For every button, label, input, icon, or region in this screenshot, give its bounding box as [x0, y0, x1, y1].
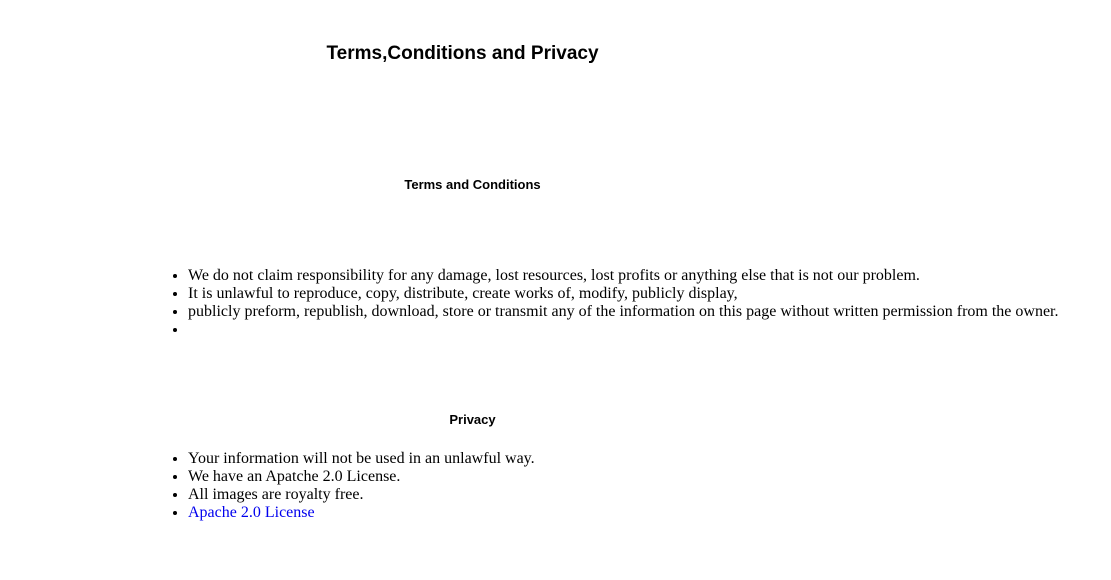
list-item: We do not claim responsibility for any d…	[188, 267, 1059, 285]
list-item: publicly preform, republish, download, s…	[188, 303, 1059, 321]
page-title: Terms,Conditions and Privacy	[326, 43, 599, 64]
privacy-heading: Privacy	[449, 412, 496, 427]
terms-heading: Terms and Conditions	[404, 177, 541, 192]
list-item: We have an Apatche 2.0 License.	[188, 468, 535, 486]
list-item: Your information will not be used in an …	[188, 450, 535, 468]
list-item: It is unlawful to reproduce, copy, distr…	[188, 285, 1059, 303]
list-item: All images are royalty free.	[188, 486, 535, 504]
terms-list: We do not claim responsibility for any d…	[148, 267, 1059, 339]
apache-license-link[interactable]: Apache 2.0 License	[188, 504, 315, 521]
list-item	[188, 321, 1059, 339]
list-item: Apache 2.0 License	[188, 504, 535, 522]
privacy-list: Your information will not be used in an …	[148, 450, 535, 522]
